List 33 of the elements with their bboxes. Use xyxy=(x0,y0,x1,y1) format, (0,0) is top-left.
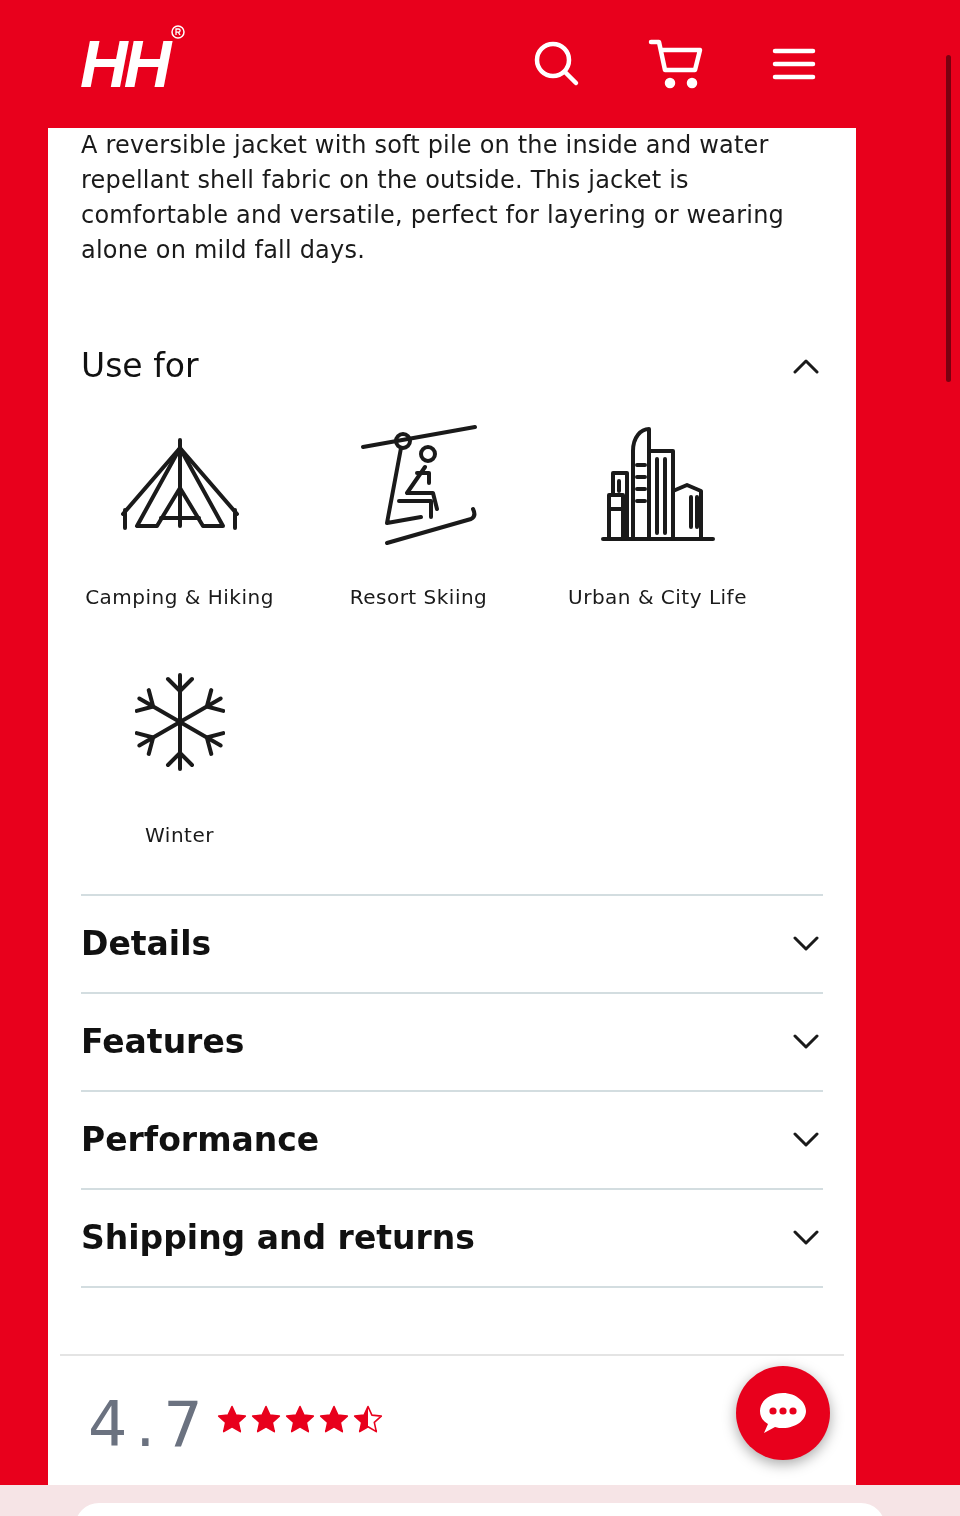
chat-bubble-icon xyxy=(757,1390,809,1436)
star-icon xyxy=(318,1405,349,1434)
city-buildings-icon xyxy=(600,425,715,543)
accordion-header[interactable]: Performance xyxy=(81,1092,823,1188)
chat-button[interactable] xyxy=(736,1366,830,1460)
star-icon xyxy=(216,1405,247,1434)
chevron-down-icon xyxy=(793,936,819,952)
activity-label: Urban & City Life xyxy=(568,584,747,611)
accordion-header[interactable]: Shipping and returns xyxy=(81,1190,823,1286)
rating-score: 4.7 xyxy=(88,1394,211,1456)
search-icon[interactable] xyxy=(534,41,580,87)
chevron-down-icon xyxy=(793,1034,819,1050)
star-icon xyxy=(250,1405,281,1434)
activity-label: Resort Skiing xyxy=(349,584,488,611)
activity-label: Winter xyxy=(145,822,214,849)
chevron-down-icon xyxy=(793,1132,819,1148)
menu-icon[interactable] xyxy=(772,47,816,81)
star-icon xyxy=(284,1405,315,1434)
scrollbar[interactable] xyxy=(946,55,951,382)
chairlift-skier-icon xyxy=(360,423,477,545)
chevron-down-icon xyxy=(793,1230,819,1246)
star-icon xyxy=(352,1405,383,1434)
cart-icon[interactable] xyxy=(648,39,704,89)
activity-label: Camping & Hiking xyxy=(85,584,274,611)
registered-mark-icon xyxy=(171,25,186,39)
accordion-header[interactable]: Use for xyxy=(81,328,823,404)
product-description: A reversible jacket with soft pile on the inside and water repellant shell fabric on the outside. This jacket is comfortable and versatile, perfect for layering or wearing alone on mild fall days. xyxy=(80,130,786,266)
snowflake-icon xyxy=(134,673,225,771)
tent-icon xyxy=(118,438,241,530)
brand-logo[interactable]: HH xyxy=(80,27,168,101)
accordion-header[interactable]: Details xyxy=(81,896,823,992)
accordion-header[interactable]: Features xyxy=(81,994,823,1090)
chevron-up-icon xyxy=(793,358,819,374)
